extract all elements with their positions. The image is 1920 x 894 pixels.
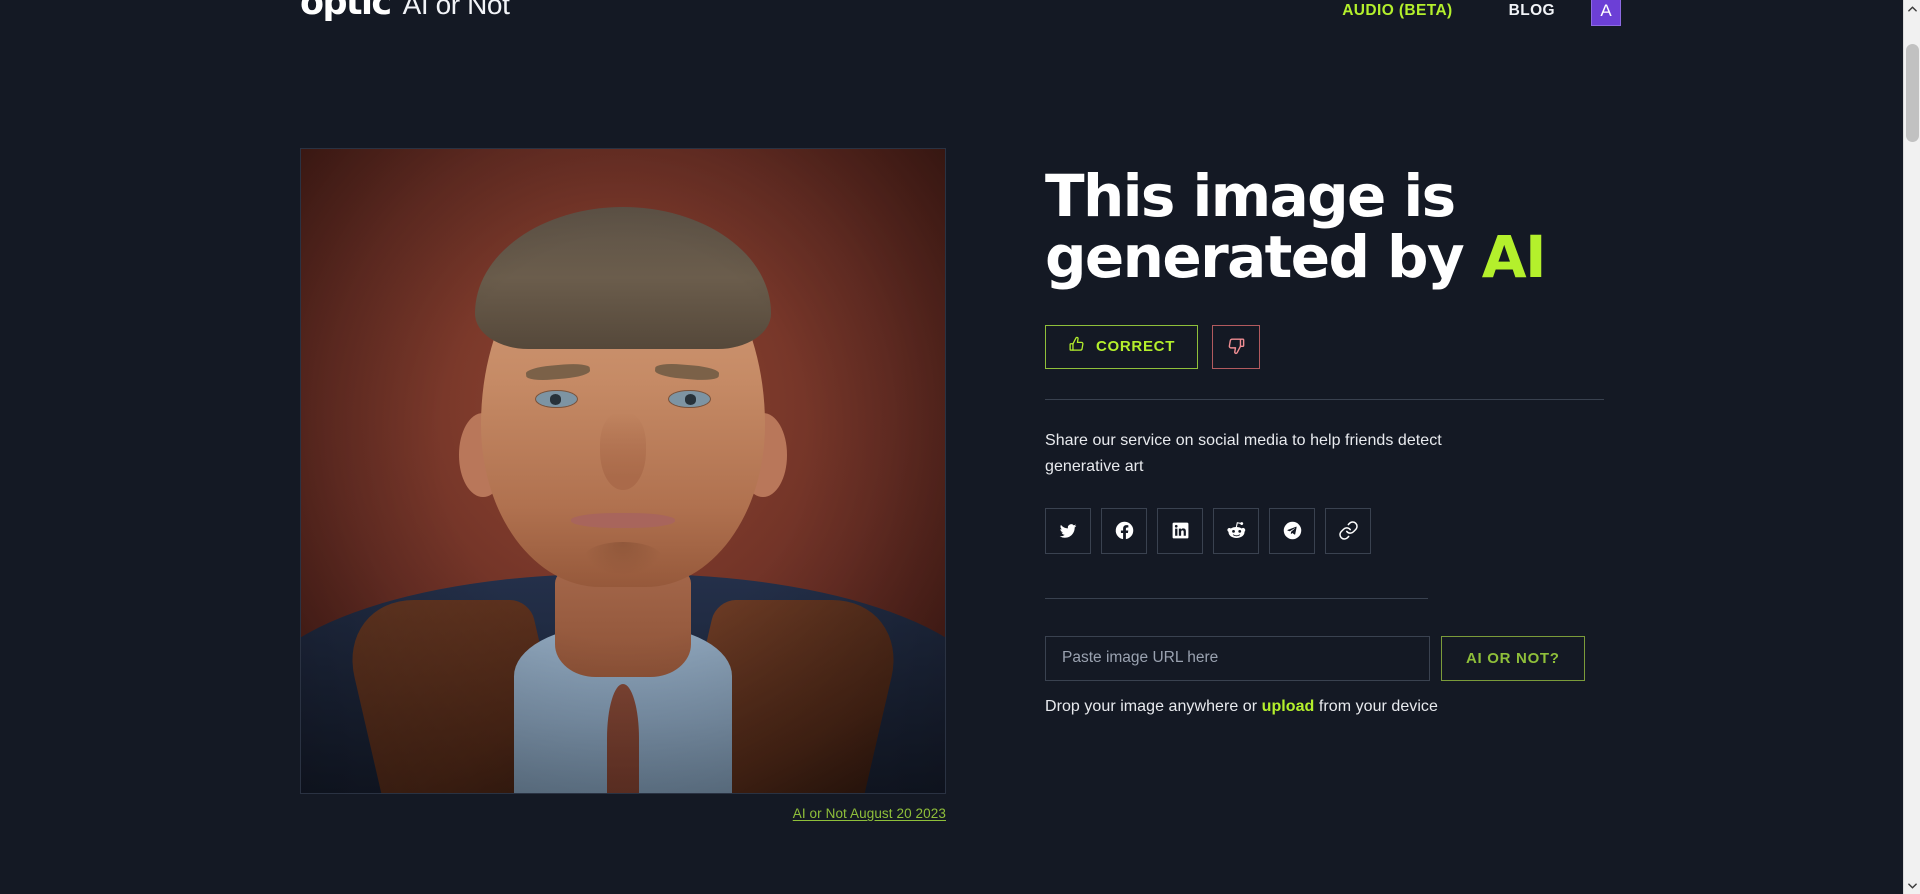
scrollbar-thumb[interactable] [1906,44,1919,142]
analysed-image[interactable] [300,148,946,794]
site-header: optic AI or Not AUDIO (BETA) BLOG A [0,0,1903,34]
divider-bottom [1045,597,1428,599]
page-content: optic AI or Not AUDIO (BETA) BLOG A AI o… [0,0,1903,894]
thumbs-down-icon [1227,336,1246,358]
reddit-icon [1226,520,1247,541]
portrait-vignette [301,149,945,793]
share-facebook-button[interactable] [1101,507,1147,554]
brand-subtitle: AI or Not [402,0,510,20]
verdict-text: This image is generated by [1045,162,1465,291]
upload-link[interactable]: upload [1262,698,1315,715]
link-icon [1338,520,1359,541]
copy-link-button[interactable] [1325,507,1371,554]
image-caption-link[interactable]: AI or Not August 20 2023 [793,806,946,821]
verdict-accent: AI [1481,222,1547,291]
browser-viewport: optic AI or Not AUDIO (BETA) BLOG A AI o… [0,0,1920,894]
avatar[interactable]: A [1591,0,1621,26]
ai-or-not-submit-button[interactable]: AI OR NOT? [1441,635,1585,681]
drop-hint-after: from your device [1314,697,1438,715]
twitter-icon [1058,521,1078,541]
feedback-row: CORRECT [1045,324,1615,369]
divider-top [1045,398,1604,400]
correct-button-label: CORRECT [1096,338,1176,356]
nav-item-blog[interactable]: BLOG [1509,2,1555,20]
result-detail-column: This image is generated by AI CORRECT Sh… [1045,148,1615,716]
telegram-icon [1282,520,1303,541]
scrollbar-up-arrow[interactable] [1904,0,1920,17]
drop-upload-hint: Drop your image anywhere or upload from … [1045,698,1615,716]
correct-button[interactable]: CORRECT [1045,324,1199,369]
share-linkedin-button[interactable] [1157,507,1203,554]
image-url-input[interactable] [1045,635,1430,681]
scrollbar-down-arrow[interactable] [1904,877,1920,894]
share-telegram-button[interactable] [1269,507,1315,554]
result-image-column: AI or Not August 20 2023 [300,148,946,821]
browser-scrollbar[interactable] [1903,0,1920,894]
social-share-row [1045,507,1615,554]
share-description: Share our service on social media to hel… [1045,431,1442,475]
incorrect-button[interactable] [1212,324,1261,369]
facebook-icon [1114,520,1135,541]
linkedin-icon [1171,521,1190,540]
optic-logo: optic [300,0,392,23]
main-nav: AUDIO (BETA) BLOG A [1342,0,1621,26]
drop-hint-before: Drop your image anywhere or [1045,697,1262,715]
verdict-heading: This image is generated by AI [1045,166,1615,288]
nav-item-audio[interactable]: AUDIO (BETA) [1342,2,1452,20]
share-reddit-button[interactable] [1213,507,1259,554]
image-caption: AI or Not August 20 2023 [300,806,946,821]
share-twitter-button[interactable] [1045,507,1091,554]
thumbs-up-icon [1068,336,1085,357]
brand[interactable]: optic AI or Not [300,0,510,23]
url-submit-row: AI OR NOT? [1045,635,1615,681]
